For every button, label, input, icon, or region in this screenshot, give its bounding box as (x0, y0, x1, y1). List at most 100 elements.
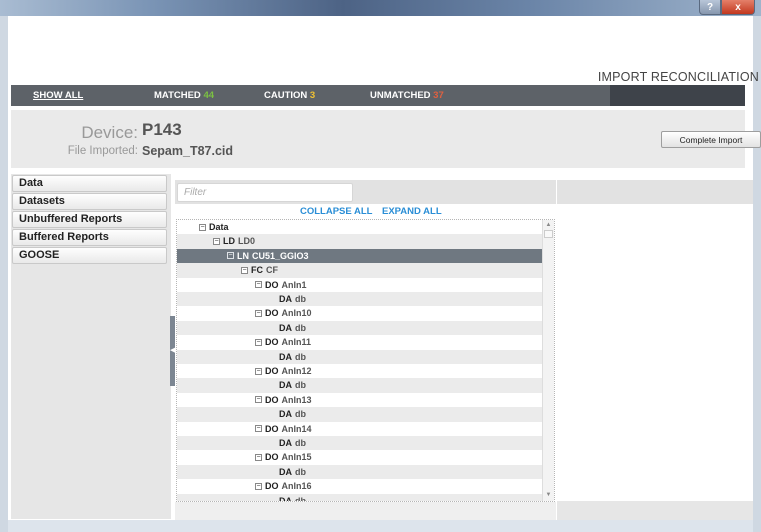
tab-matched[interactable]: MATCHED 44 (154, 90, 214, 101)
tree-row[interactable]: DA db (177, 349, 542, 364)
collapse-toggle-icon[interactable]: − (255, 396, 262, 404)
tree-node: − FC CF (241, 265, 278, 275)
tree-node: DA db (279, 352, 306, 362)
collapse-toggle-icon[interactable]: − (255, 367, 262, 375)
tree-row[interactable]: − DO AnIn1 (177, 278, 542, 292)
nav-item-data[interactable]: Data (12, 175, 167, 192)
node-name: db (295, 380, 306, 391)
tree-row[interactable]: − LD LD0 (177, 234, 542, 249)
tree-row[interactable]: − DO AnIn13 (177, 393, 542, 407)
caution-count: 3 (309, 90, 316, 101)
filter-input[interactable]: Filter (177, 183, 353, 202)
tab-caution[interactable]: CAUTION 3 (264, 90, 315, 101)
detail-header (557, 180, 753, 204)
tabbar-right-area (610, 85, 745, 106)
filter-bar: Filter (175, 180, 556, 204)
collapse-toggle-icon[interactable]: − (255, 338, 262, 346)
tree-row[interactable]: DA db (177, 292, 542, 307)
scroll-up-icon[interactable]: ▲ (543, 221, 554, 230)
file-imported-name: Sepam_T87.cid (142, 144, 234, 158)
detail-footer (557, 501, 753, 520)
nav-item-buffered-reports[interactable]: Buffered Reports (12, 229, 167, 246)
tree-scrollbar[interactable]: ▲ ▼ (542, 220, 554, 501)
tree-row[interactable]: − Data (177, 220, 542, 234)
collapse-toggle-icon[interactable]: − (213, 237, 220, 245)
node-type: DO (265, 308, 279, 319)
tree-node: − DO AnIn15 (255, 452, 312, 462)
node-name: db (295, 294, 306, 304)
tree-node: − DO AnIn11 (255, 337, 311, 347)
tree-row[interactable]: DA db (177, 320, 542, 336)
tab-unmatched-label: UNMATCHED (370, 90, 431, 101)
tree-row[interactable]: DA db (177, 378, 542, 393)
tree-row[interactable]: DA db (177, 464, 542, 480)
tab-show-all[interactable]: SHOW ALL (33, 90, 83, 101)
tree-row[interactable]: − DO AnIn12 (177, 364, 542, 378)
node-name: AnIn13 (281, 394, 312, 405)
node-name: db (295, 409, 306, 420)
collapse-all-link[interactable]: COLLAPSE ALL (300, 206, 372, 217)
node-type: DA (279, 438, 292, 448)
node-name: db (295, 322, 306, 333)
tab-matched-label: MATCHED (154, 90, 201, 101)
tree-row[interactable]: − DO AnIn14 (177, 422, 542, 436)
middle-footer (175, 502, 556, 520)
collapse-toggle-icon[interactable]: − (241, 266, 248, 274)
file-imported-label: File Imported: (67, 145, 138, 157)
nav-item-unbuffered-reports[interactable]: Unbuffered Reports (12, 211, 167, 228)
node-type: DA (279, 380, 292, 391)
tree-row[interactable]: − FC CF (177, 263, 542, 278)
tree-node: DA db (279, 467, 306, 477)
tree-actions: COLLAPSE ALL EXPAND ALL (175, 206, 556, 218)
tree-row[interactable]: − DO AnIn15 (177, 450, 542, 464)
complete-import-button[interactable]: Complete Import (661, 131, 761, 148)
help-button[interactable]: ? (699, 0, 721, 15)
expand-all-link[interactable]: EXPAND ALL (382, 206, 442, 217)
tree-node: − DO AnIn10 (255, 308, 312, 318)
node-type: DA (279, 466, 292, 477)
collapse-toggle-icon[interactable]: − (255, 281, 262, 289)
collapse-toggle-icon[interactable]: − (199, 223, 206, 231)
tree-row[interactable]: DA db (177, 493, 542, 501)
tree-row[interactable]: DA db (177, 407, 542, 422)
node-name: AnIn16 (281, 481, 312, 492)
tab-unmatched[interactable]: UNMATCHED 37 (370, 90, 444, 101)
tree-row[interactable]: DA db (177, 436, 542, 451)
node-type: DO (265, 394, 279, 405)
tree-row[interactable]: − LN CU51_GGIO3 (177, 248, 542, 264)
node-type: LD (223, 236, 235, 247)
node-name: LD0 (238, 236, 256, 247)
node-name: db (295, 466, 306, 477)
nav-item-datasets[interactable]: Datasets (12, 193, 167, 210)
tree-node: − DO AnIn1 (255, 280, 307, 290)
tree-row[interactable]: − DO AnIn16 (177, 479, 542, 493)
node-type: DO (265, 279, 279, 290)
tree-node: − DO AnIn16 (255, 481, 312, 491)
collapse-toggle-icon[interactable]: − (255, 453, 262, 461)
node-name: AnIn11 (281, 337, 312, 348)
node-name: AnIn15 (281, 452, 312, 463)
node-type: DO (265, 337, 279, 348)
filter-tab-bar: SHOW ALL MATCHED 44 CAUTION 3 UNMATCHED … (11, 85, 745, 106)
page-title: IMPORT RECONCILIATION (597, 70, 759, 84)
collapse-toggle-icon[interactable]: − (255, 425, 262, 433)
window-titlebar: ? x (0, 0, 761, 16)
collapse-toggle-icon[interactable]: − (255, 482, 262, 490)
node-type: DO (265, 366, 279, 376)
collapse-toggle-icon[interactable]: − (227, 252, 234, 260)
collapse-arrow-icon[interactable]: ◀ (170, 346, 175, 356)
tree-node: − DO AnIn13 (255, 395, 312, 405)
tree-row[interactable]: − DO AnIn10 (177, 306, 542, 320)
tree-node: DA db (279, 323, 306, 333)
close-button[interactable]: x (721, 0, 755, 15)
collapse-toggle-icon[interactable]: − (255, 309, 262, 317)
node-type: DO (265, 452, 279, 463)
nav-item-goose[interactable]: GOOSE (12, 247, 167, 264)
scroll-thumb[interactable] (544, 230, 553, 238)
scroll-down-icon[interactable]: ▼ (543, 491, 554, 500)
tree-row[interactable]: − DO AnIn11 (177, 335, 542, 349)
node-name: db (295, 438, 306, 448)
device-name: P143 (142, 120, 182, 139)
window-bottom-edge (8, 520, 753, 532)
tree-node: − DO AnIn12 (255, 366, 312, 376)
